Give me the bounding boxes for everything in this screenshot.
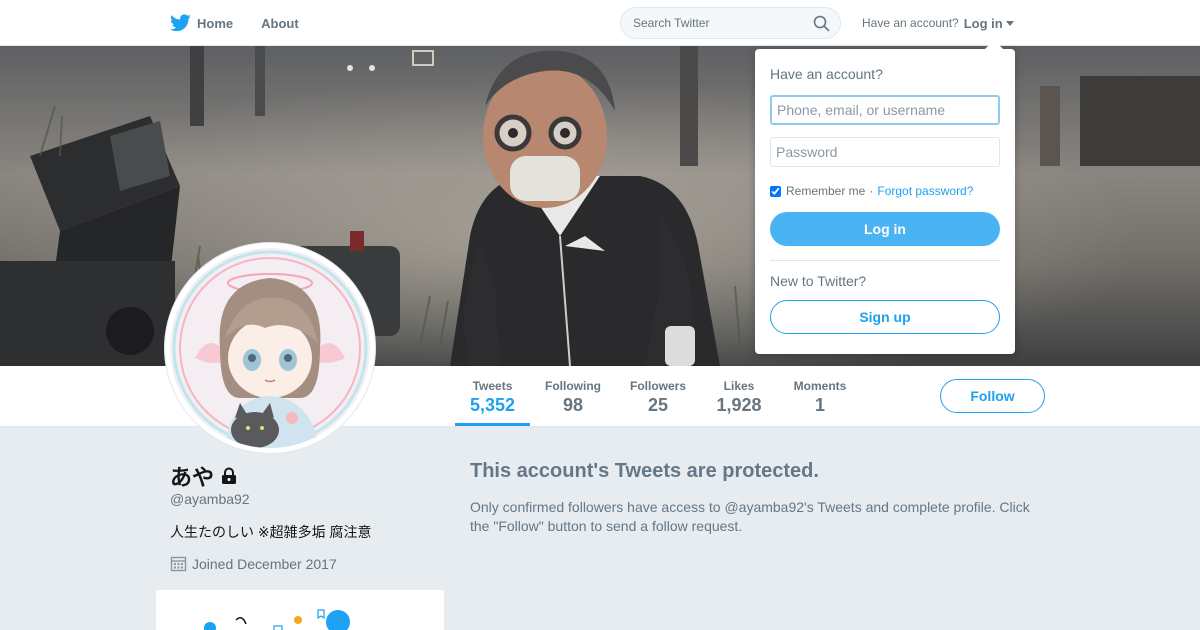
avatar-image xyxy=(170,248,370,448)
stat-followers[interactable]: Followers 25 xyxy=(623,366,693,426)
stat-moments-value: 1 xyxy=(814,395,825,415)
top-navigation-bar: Home About Have an account? Log in xyxy=(0,0,1200,46)
username-field[interactable] xyxy=(770,95,1000,125)
stat-following[interactable]: Following 98 xyxy=(538,366,608,426)
stat-tweets-label: Tweets xyxy=(472,379,513,393)
protected-title: This account's Tweets are protected. xyxy=(470,460,819,482)
nav-left: Home About xyxy=(170,0,327,46)
profile-joined: Joined December 2017 xyxy=(170,555,337,572)
stat-following-value: 98 xyxy=(562,395,584,415)
stat-tweets-value: 5,352 xyxy=(469,395,516,415)
forgot-password-link[interactable]: Forgot password? xyxy=(877,184,973,198)
calendar-icon xyxy=(170,556,187,572)
lock-icon xyxy=(222,467,237,484)
remember-me-checkbox[interactable] xyxy=(770,185,781,197)
remember-row: Remember me · Forgot password? xyxy=(770,184,973,198)
profile-name: あや xyxy=(170,465,215,490)
search-box xyxy=(620,7,841,39)
profile-bio: 人生たのしい ※超雑多垢 腐注意 xyxy=(170,524,372,540)
nav-home[interactable]: Home xyxy=(170,14,233,32)
stat-likes[interactable]: Likes 1,928 xyxy=(709,366,769,426)
dropdown-divider xyxy=(770,260,1000,261)
login-dropdown-toggle[interactable]: Log in xyxy=(964,16,1014,31)
remember-me-label[interactable]: Remember me xyxy=(786,184,865,198)
stat-moments[interactable]: Moments 1 xyxy=(785,366,855,426)
profile-joined-text: Joined December 2017 xyxy=(192,555,337,572)
search-icon[interactable] xyxy=(813,15,830,32)
have-account-text: Have an account? xyxy=(862,16,959,30)
stat-followers-label: Followers xyxy=(629,379,686,393)
sidebar-card xyxy=(156,590,444,630)
caret-down-icon xyxy=(1005,20,1014,26)
stat-following-label: Following xyxy=(545,379,601,393)
nav-about[interactable]: About xyxy=(261,16,299,31)
card-illustration xyxy=(204,609,350,630)
stat-moments-label: Moments xyxy=(793,379,847,393)
stat-likes-label: Likes xyxy=(723,379,755,393)
protected-body: Only confirmed followers have access to … xyxy=(470,499,1030,534)
stat-followers-value: 25 xyxy=(647,395,669,415)
stat-tweets[interactable]: Tweets 5,352 xyxy=(455,366,530,426)
new-to-twitter-text: New to Twitter? xyxy=(770,273,867,289)
nav-about-label: About xyxy=(261,15,299,31)
login-dropdown: Have an account? Remember me · Forgot pa… xyxy=(755,49,1015,354)
signup-button[interactable]: Sign up xyxy=(770,300,1000,334)
search-input[interactable] xyxy=(621,8,801,38)
dropdown-arrow xyxy=(985,40,1003,49)
password-field[interactable] xyxy=(770,137,1000,167)
login-button[interactable]: Log in xyxy=(770,212,1000,246)
twitter-bird-icon xyxy=(170,14,191,32)
nav-home-label: Home xyxy=(197,15,234,31)
stat-likes-value: 1,928 xyxy=(716,395,762,415)
profile-handle[interactable]: @ayamba92 xyxy=(170,491,250,507)
login-link-label: Log in xyxy=(963,15,1003,31)
avatar[interactable] xyxy=(165,243,375,453)
follow-button[interactable]: Follow xyxy=(940,379,1045,413)
login-dropdown-title: Have an account? xyxy=(770,66,883,82)
profile-name-row: あや xyxy=(170,460,238,492)
separator-dot: · xyxy=(869,184,874,198)
